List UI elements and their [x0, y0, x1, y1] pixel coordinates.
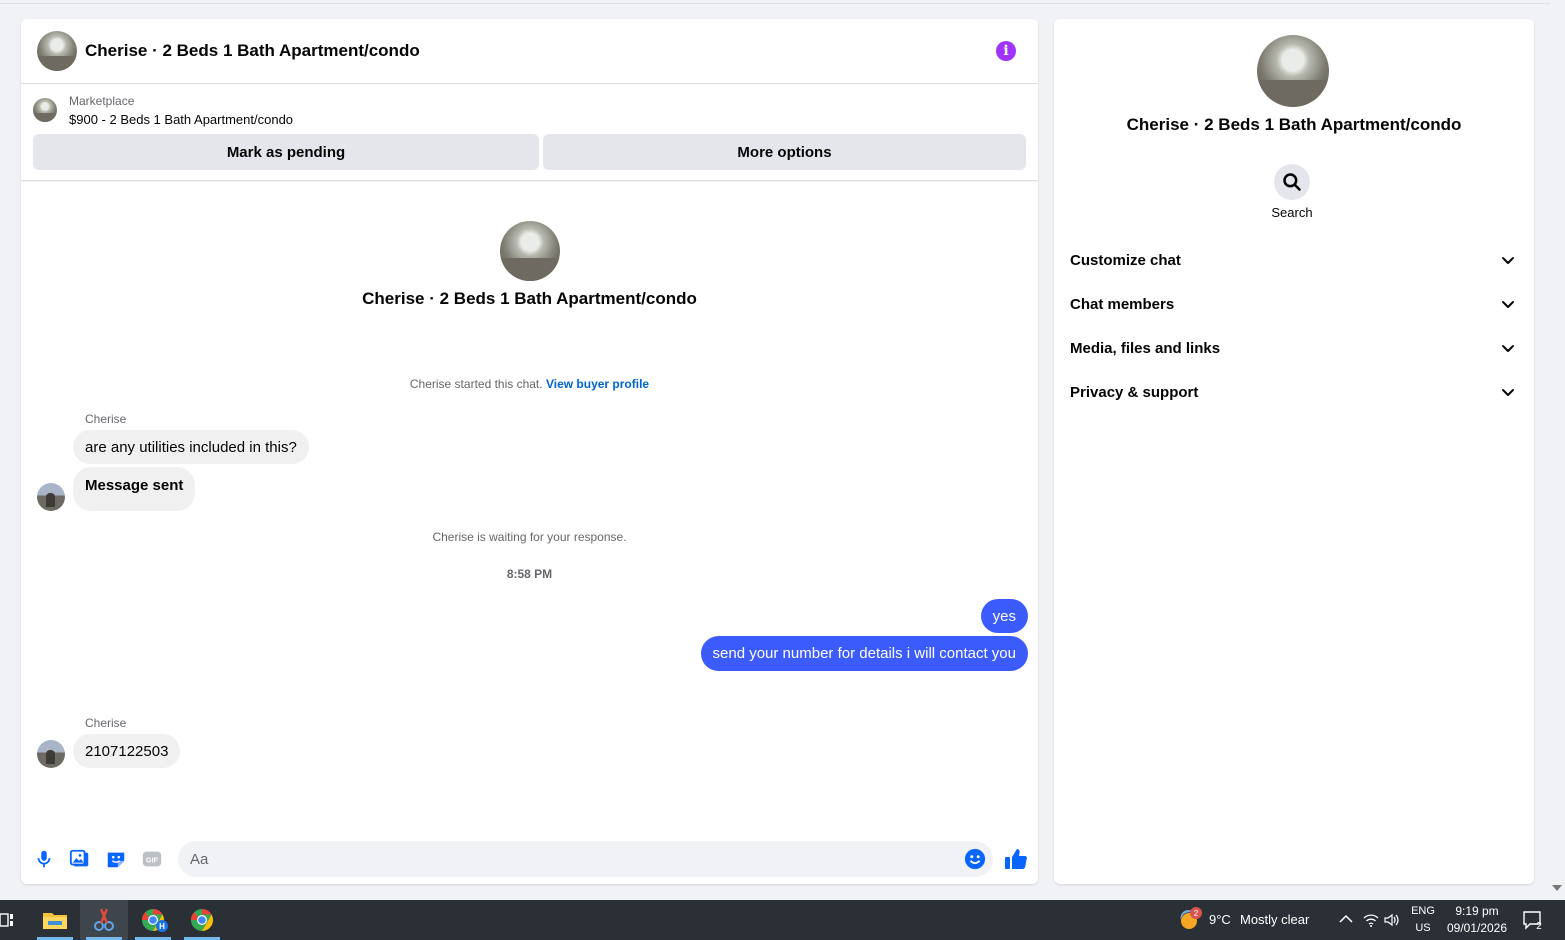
scroll-down-arrow[interactable] [1552, 885, 1562, 891]
search-label: Search [1271, 205, 1313, 220]
weather-alert-badge: 2 [1190, 907, 1202, 919]
sender-name: Cherise [85, 412, 127, 426]
sender-name: Cherise [85, 716, 127, 730]
chevron-down-icon [1502, 345, 1514, 352]
message-bubble[interactable]: 2107122503 [73, 734, 181, 768]
chrome-profile-badge: H [156, 920, 168, 932]
listing-price-title[interactable]: $900 - 2 Beds 1 Bath Apartment/condo [69, 112, 293, 127]
listing-thumbnail[interactable] [33, 98, 57, 122]
chevron-up-icon[interactable] [1339, 914, 1353, 924]
customize-chat-section[interactable]: Customize chat [1062, 238, 1526, 282]
privacy-support-section[interactable]: Privacy & support [1062, 370, 1526, 414]
message-input[interactable]: Aa [178, 841, 993, 877]
message-bubble[interactable]: Message sent [73, 467, 196, 511]
thumbs-up-icon[interactable] [1004, 847, 1028, 871]
chevron-down-icon [1502, 257, 1514, 264]
more-options-button[interactable]: More options [543, 134, 1026, 170]
gif-icon[interactable]: GIF [141, 848, 163, 870]
intro-title: Cherise · 2 Beds 1 Bath Apartment/condo [362, 289, 697, 308]
section-label: Chat members [1070, 295, 1175, 313]
chevron-down-icon [1502, 389, 1514, 396]
sender-avatar[interactable] [37, 483, 65, 511]
chat-started-text: Cherise started this chat. [409, 377, 543, 391]
listing-avatar[interactable] [37, 31, 77, 71]
chrome-icon [190, 909, 213, 931]
chrome-app[interactable] [178, 900, 226, 940]
media-files-links-section[interactable]: Media, files and links [1062, 326, 1526, 370]
message-timestamp: 8:58 PM [506, 567, 553, 581]
snipping-tool-app[interactable] [80, 900, 128, 940]
svg-text:GIF: GIF [146, 856, 159, 865]
message-bubble[interactable]: are any utilities included in this? [73, 430, 309, 464]
info-avatar[interactable] [1257, 35, 1329, 107]
folder-icon [43, 913, 67, 929]
message-composer: GIF Aa [21, 824, 1038, 884]
input-language[interactable]: ENG [1408, 905, 1438, 917]
photo-icon[interactable] [69, 848, 91, 870]
clock-time[interactable]: 9:19 pm [1446, 904, 1508, 918]
chat-started-line: Cherise started this chat. View buyer pr… [21, 377, 1038, 391]
listing-category: Marketplace [69, 94, 135, 108]
microphone-icon[interactable] [33, 848, 55, 870]
mark-as-pending-button[interactable]: Mark as pending [33, 134, 539, 170]
view-buyer-profile-link[interactable]: View buyer profile [546, 377, 649, 391]
chat-panel: Cherise · 2 Beds 1 Bath Apartment/condo … [21, 19, 1038, 884]
weather-temp[interactable]: 9°C [1209, 912, 1231, 927]
chat-members-section[interactable]: Chat members [1062, 282, 1526, 326]
outgoing-message-bubble[interactable]: yes [980, 599, 1028, 633]
windows-taskbar: H 2 9°C Mostly clear ENG US 9:19 pm 09/0… [0, 900, 1565, 940]
intro-avatar [500, 221, 560, 281]
info-title: Cherise · 2 Beds 1 Bath Apartment/condo [1126, 115, 1462, 134]
section-label: Customize chat [1070, 251, 1181, 269]
sticker-icon[interactable] [105, 848, 127, 870]
chrome-profile-h-app[interactable]: H [129, 900, 177, 940]
file-explorer-app[interactable] [31, 900, 79, 940]
input-region[interactable]: US [1408, 922, 1438, 934]
section-label: Media, files and links [1070, 339, 1221, 357]
outgoing-message-bubble[interactable]: send your number for details i will cont… [700, 636, 1028, 671]
section-label: Privacy & support [1070, 383, 1199, 401]
clock-date[interactable]: 09/01/2026 [1442, 921, 1512, 935]
emoji-icon[interactable] [964, 848, 986, 870]
task-view-icon[interactable] [0, 912, 14, 928]
chat-header: Cherise · 2 Beds 1 Bath Apartment/condo … [21, 19, 1038, 84]
chat-title[interactable]: Cherise · 2 Beds 1 Bath Apartment/condo [85, 41, 420, 61]
notification-count: 2 [1536, 921, 1542, 932]
scissors-icon [94, 908, 114, 931]
browser-top-edge [0, 0, 1550, 4]
search-button[interactable] [1274, 164, 1310, 200]
search-icon [1283, 173, 1301, 191]
info-icon[interactable]: i [996, 41, 1016, 61]
chevron-down-icon [1502, 301, 1514, 308]
waiting-notice: Cherise is waiting for your response. [432, 530, 627, 544]
weather-desc[interactable]: Mostly clear [1240, 912, 1309, 927]
listing-bar: Marketplace $900 - 2 Beds 1 Bath Apartme… [21, 84, 1038, 181]
volume-icon[interactable] [1384, 912, 1400, 928]
chat-info-panel: Cherise · 2 Beds 1 Bath Apartment/condo … [1054, 19, 1534, 884]
sender-avatar[interactable] [37, 740, 65, 768]
wifi-icon[interactable] [1363, 912, 1379, 928]
